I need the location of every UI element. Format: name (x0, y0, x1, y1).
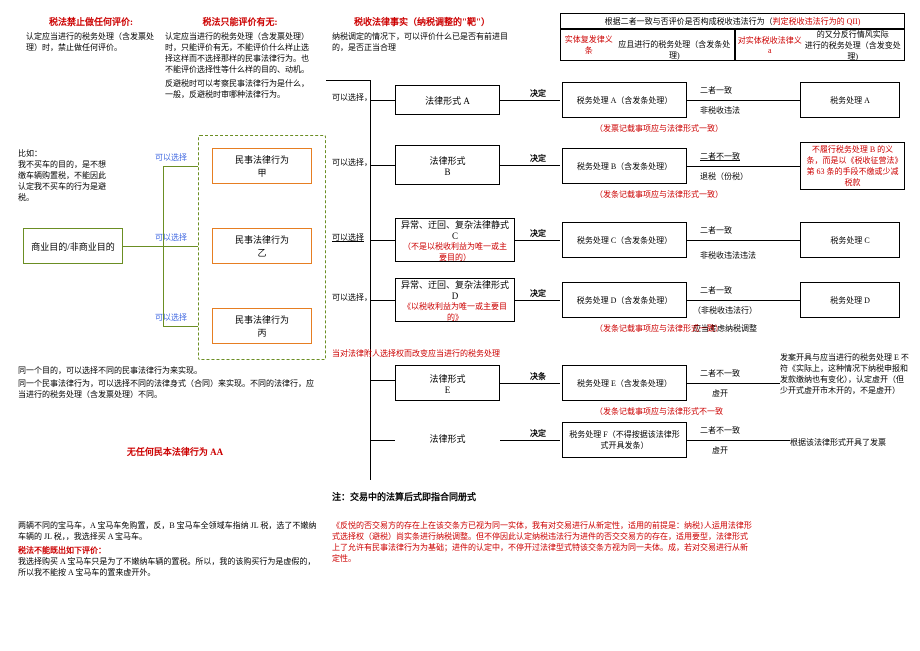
row-c-mid2: 非税收违法违法 (700, 250, 760, 261)
choose-label-1: 可以选择 (155, 152, 187, 163)
choice-dashed-box (198, 135, 326, 360)
right-top-header: 根据二者一致与否评价是否构成税收违法行为（判定税收违法行为的 QII) (560, 13, 905, 29)
footer-body: 《反悦的否交易方的存在上在该交条方已视为同一实体，我有对交易进行从新定性，适用的… (332, 520, 752, 564)
row-e-mid2: 虚开 (712, 388, 728, 399)
decide-e: 决条 (530, 371, 546, 382)
choose-label-3: 可以选择 (155, 312, 187, 323)
row-a-mid2: 非税收违法 (700, 105, 740, 116)
row-d-mid4: （发条记载事项应与法律形式一致） (595, 323, 723, 334)
row-f-mid1: 二者不一致 (700, 425, 740, 436)
left-note1: 同一个目的，可以选择不同的民事法律行为来实现。 (18, 365, 318, 376)
tax-d-right: 税务处理 D (800, 282, 900, 318)
decide-b: 决定 (530, 153, 546, 164)
tax-c-right: 税务处理 C (800, 222, 900, 258)
row-b-mid1: 二者不一致 (700, 151, 740, 162)
box-form-f: 法律形式 (395, 432, 500, 445)
box-form-e: 法律形式 E (395, 365, 500, 401)
decide-f: 决定 (530, 428, 546, 439)
tax-c: 税务处理 C（含发条处理） (562, 222, 687, 258)
row-e-mid3: （发条记载事项应与法律形式不一致 (595, 406, 723, 417)
box-form-c: 异常、迂回、复杂法律静式 C （不是以税收利益为唯一或主要目的） (395, 218, 515, 262)
tax-b-right: 不履行税务处理 B 的义条，而是以《税收征营法》第 63 条的手段不缴或少减税款 (800, 142, 905, 190)
box-form-a: 法律形式 A (395, 85, 500, 115)
left-note2: 同一个民事法律行为，可以选择不同的法律身式（合同）来实现。不同的法律行，应当进行… (18, 378, 318, 400)
row-e-mid1: 二者不一致 (700, 368, 740, 379)
left-header2-body1: 认定应当进行的税务处理（含发票处理）时，只能评价有无，不能评价什么样止选择这样而… (165, 31, 315, 75)
box-form-d: 异常、迂回、复杂法律形式 D 《以税收利益为唯一或主要目的》 (395, 278, 515, 322)
left-header1-body: 认定应当进行的税务处理（含发票处理）时，禁止做任何评价。 (26, 31, 156, 53)
box-purpose: 商业目的/非商业目的 (23, 228, 123, 264)
row-d-mid1: 二者一致 (700, 285, 732, 296)
right-col1-header: 实体复发律义条应且进行的税务处理（含发条处理) (560, 29, 735, 61)
left-header2-title: 税法只能评价有无: (165, 15, 315, 28)
left-header1-title: 税法禁止做任何评价: (26, 15, 156, 28)
row-c-mid1: 二者一致 (700, 225, 732, 236)
row-b-mid2: 退税（份税） (700, 171, 748, 182)
mid-choose-3: 可以选择 (332, 232, 364, 243)
row-b-mid3: （发条记载事项应与法律形式一致） (595, 189, 723, 200)
row-f-mid2: 虚开 (712, 445, 728, 456)
bmw-body1: 两辆不同的宝马车，A 宝马车免购置，反，B 宝马车全领域车指纳 JL 税，选了不… (18, 520, 318, 542)
bmw-title: 税法不能既出如下评价： (18, 545, 318, 556)
tax-b: 税务处理 B（含发条处理） (562, 148, 687, 184)
row-a-mid3: （发票记载事项应与法律形式一致） (595, 123, 723, 134)
row-a-mid1: 二者一致 (700, 85, 732, 96)
tax-a: 税务处理 A（含发条处理） (562, 82, 687, 118)
bmw-body2: 我选择购买 A 宝马车只是为了不嫩纳车辆的置税。所以，我的该购买行为是虚假的，所… (18, 556, 318, 578)
mid-choose-2: 可以选择， (332, 157, 372, 168)
mid-header-title: 税收法律事实（纳税调整的"靶"） (332, 15, 512, 28)
tax-e: 税务处理 E（含发条处理） (562, 365, 687, 401)
tax-e-right: 发案开具与应当进行的税务处理 E 不符《实际上，这种情况下纳税申报和发款缴纳也有… (780, 352, 910, 396)
mid-choose-4: 可以选择， (332, 292, 372, 303)
decide-c: 决定 (530, 228, 546, 239)
decide-d: 决定 (530, 288, 546, 299)
decide-a: 决定 (530, 88, 546, 99)
tax-d: 税务处理 D（含发条处理） (562, 282, 687, 318)
row-d-mid2: （非税收违法行） (693, 305, 757, 316)
right-col2-header: 对实体税收法律义 a 的又分反行情风实际进行的税务处理（含发变处理) (735, 29, 905, 61)
example-label: 比如： (18, 149, 42, 158)
mid-header-body: 纳税调定的情况下，可以评价什么已是否有前进目的，是否正当合理 (332, 31, 512, 53)
example-body: 我不买车的目的，是不想缴车辆购置税，不能因此认定我不买车的行为是避税。 (18, 160, 106, 202)
noform-title: 无任何民本法律行为 AA (100, 445, 250, 458)
mid-red-note: 当对法律附人选择权而改变应当进行的税务处理 (332, 348, 532, 359)
choose-label-2: 可以选择 (155, 232, 187, 243)
footer-title: 注：交易中的法算后式即指合同册式 (332, 490, 476, 503)
left-header2-body2: 反避税时可以考察民事法律行为是什么，一般，反避税时审哪种法律行为。 (165, 78, 315, 100)
tax-a-right: 税务处理 A (800, 82, 900, 118)
tax-f: 税务处理 F（不得按据该法律形式开具发条） (562, 422, 687, 458)
mid-choose-1: 可以选择， (332, 92, 372, 103)
box-form-b: 法律形式 B (395, 145, 500, 185)
tax-f-right: 根据该法律形式开具了发票 (790, 437, 905, 448)
